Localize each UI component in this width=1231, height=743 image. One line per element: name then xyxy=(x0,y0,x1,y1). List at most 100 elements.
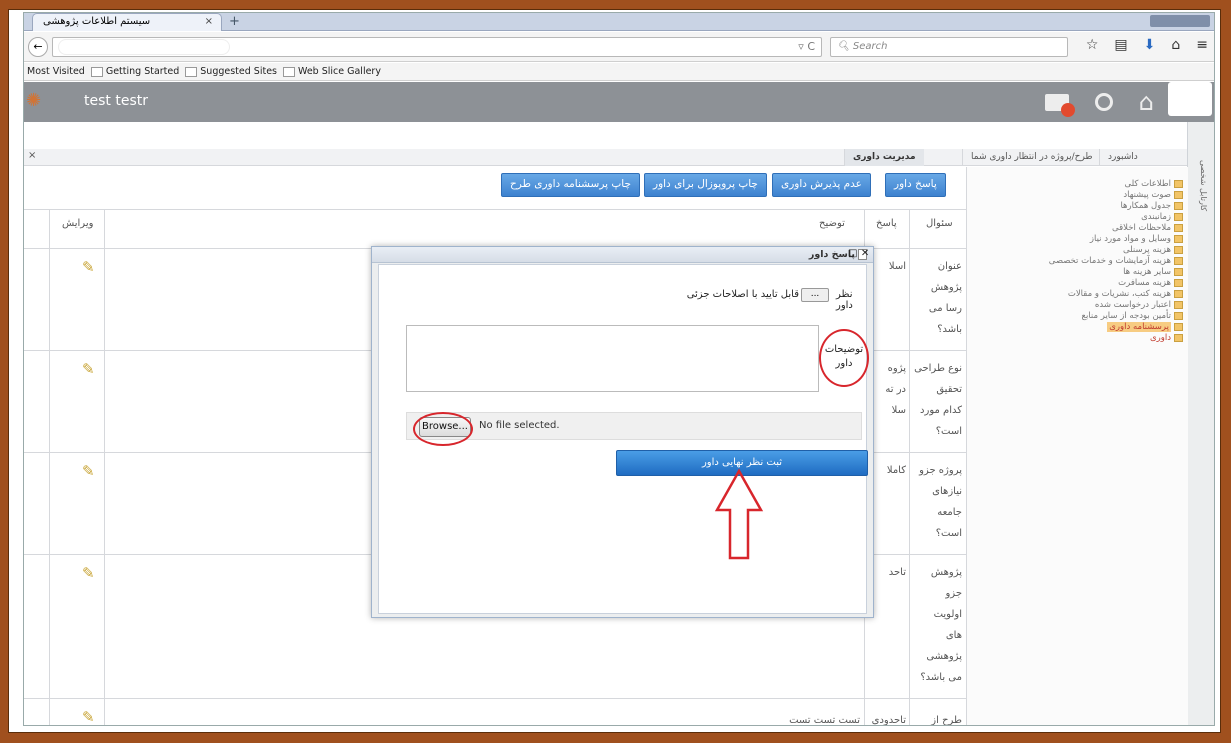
folder-icon xyxy=(1174,257,1183,265)
close-all-icon[interactable]: × xyxy=(28,150,36,161)
reload-icon[interactable]: ▿ C xyxy=(798,40,815,53)
sidebar-item-label: زمانبندی xyxy=(1141,212,1171,222)
tab-review-management[interactable]: مدیریت داوری xyxy=(844,149,924,166)
folder-icon xyxy=(1174,279,1183,287)
table-row-question: عنوان پژوهش رسا می باشد؟ xyxy=(912,256,962,340)
question-line: تحقیق xyxy=(936,384,962,395)
bookmark-getting-started[interactable]: Getting Started xyxy=(90,66,180,77)
row-divider xyxy=(24,698,966,699)
edit-pencil-icon[interactable]: ✎ xyxy=(82,360,95,378)
dialog-titlebar[interactable]: پاسخ داور □ ✕ xyxy=(372,247,873,263)
dialog-controls[interactable]: □ ✕ xyxy=(848,248,869,259)
question-line: کدام مورد xyxy=(920,405,962,416)
frame-inner: سیستم اطلاعات پژوهشی × + ← ▿ C 🔍︎ Search… xyxy=(8,9,1221,733)
question-line: پروژه جزو xyxy=(919,465,962,476)
edit-pencil-icon[interactable]: ✎ xyxy=(82,462,95,480)
question-line: اولویت xyxy=(933,609,962,620)
arrow-shape xyxy=(714,468,764,560)
header-question: سئوال xyxy=(926,218,953,229)
browser-tabstrip: سیستم اطلاعات پژوهشی × + xyxy=(24,13,1214,31)
home-icon[interactable]: ⌂ xyxy=(1139,88,1154,116)
answer-line: تاحدودی xyxy=(871,715,906,726)
sidebar-item-label: هزینه کتب، نشریات و مقالات xyxy=(1067,289,1171,299)
bookmark-suggested-sites[interactable]: Suggested Sites xyxy=(185,66,277,77)
search-placeholder: Search xyxy=(852,41,888,52)
folder-icon xyxy=(1174,323,1183,331)
sidebar-item[interactable]: جدول همکارها xyxy=(1120,201,1183,211)
url-input[interactable]: ▿ C xyxy=(52,37,822,57)
app-header: ✺ test testr ⌂ xyxy=(24,82,1214,122)
clipboard-icon[interactable]: ▤ xyxy=(1114,37,1127,53)
question-line: های xyxy=(945,630,962,641)
window-controls[interactable] xyxy=(1150,15,1210,27)
browser-tab-title: سیستم اطلاعات پژوهشی xyxy=(43,16,151,27)
sidebar-item[interactable]: سایر هزینه ها xyxy=(1123,267,1183,277)
annotation-circle xyxy=(819,329,869,387)
edit-pencil-icon[interactable]: ✎ xyxy=(82,564,95,582)
tab-dashboard[interactable]: داشبورد xyxy=(1099,149,1146,166)
menu-icon[interactable]: ≡ xyxy=(1196,37,1208,53)
opinion-select-button[interactable]: ... xyxy=(801,288,829,302)
edit-pencil-icon[interactable]: ✎ xyxy=(82,708,95,725)
reviewer-notes-textarea[interactable] xyxy=(406,325,819,392)
sidebar-item[interactable]: داوری xyxy=(1150,333,1183,343)
sidebar-item[interactable]: هزینه مسافرت xyxy=(1118,278,1183,288)
bookmark-label: Getting Started xyxy=(105,66,180,77)
folder-icon xyxy=(1174,213,1183,221)
screenshot-frame: سیستم اطلاعات پژوهشی × + ← ▿ C 🔍︎ Search… xyxy=(0,0,1231,743)
search-icon[interactable] xyxy=(1094,93,1113,111)
mail-icon[interactable] xyxy=(1044,93,1075,117)
tab-close-icon[interactable]: × xyxy=(205,16,213,27)
user-name: test testr xyxy=(84,93,148,109)
file-status: No file selected. xyxy=(479,420,560,431)
reject-review-button[interactable]: عدم پذیرش داوری xyxy=(772,173,871,197)
opinion-selected-value: قابل تایید با اصلاحات جزئی xyxy=(686,289,799,300)
sidebar-item[interactable]: هزینه پرسنلی xyxy=(1123,245,1183,255)
print-form-button[interactable]: چاپ پرسشنامه داوری طرح xyxy=(501,173,640,197)
respond-button[interactable]: پاسخ داور xyxy=(885,173,946,197)
print-proposal-button[interactable]: چاپ پروپوزال برای داور xyxy=(644,173,767,197)
search-input[interactable]: 🔍︎ Search xyxy=(830,37,1068,57)
folder-icon xyxy=(1174,246,1183,254)
url-redaction xyxy=(59,40,229,54)
personal-panel-toggle[interactable]: کارتابل شخصی xyxy=(1187,122,1214,725)
header-edit: ویرایش xyxy=(62,218,94,229)
question-line: است؟ xyxy=(935,528,962,539)
browser-tab[interactable]: سیستم اطلاعات پژوهشی × xyxy=(32,13,222,31)
question-line: رسا می xyxy=(928,303,962,314)
bookmark-most-visited[interactable]: Most Visited xyxy=(27,66,85,77)
sidebar-item-label: داوری xyxy=(1149,333,1171,343)
edit-pencil-icon[interactable]: ✎ xyxy=(82,258,95,276)
home-icon[interactable]: ⌂ xyxy=(1171,37,1180,53)
sidebar-item-label: وسایل و مواد مورد نیاز xyxy=(1089,234,1171,244)
download-icon[interactable]: ⬇ xyxy=(1144,37,1156,53)
sidebar-item-label: اطلاعات کلی xyxy=(1124,179,1171,189)
question-line: باشد؟ xyxy=(937,324,962,335)
tab-pending-review[interactable]: طرح/پروژه در انتظار داوری شما xyxy=(962,149,1101,166)
sidebar-item[interactable]: هزینه آزمایشات و خدمات تخصصی xyxy=(1049,256,1183,266)
nav-icons: ☆ ▤ ⬇ ⌂ ≡ xyxy=(1086,37,1208,53)
sidebar-item-label: هزینه آزمایشات و خدمات تخصصی xyxy=(1048,256,1171,266)
sidebar-item[interactable]: اطلاعات کلی xyxy=(1124,179,1183,189)
folder-icon xyxy=(1174,334,1183,342)
question-line: پژوهش xyxy=(930,282,962,293)
question-line: جزو xyxy=(945,588,962,599)
bookmark-label: Web Slice Gallery xyxy=(298,66,381,77)
browser-navbar: ← ▿ C 🔍︎ Search ☆ ▤ ⬇ ⌂ ≡ xyxy=(24,32,1214,62)
sidebar-item-selected[interactable]: پرسشنامه داوری xyxy=(1107,322,1183,332)
sidebar-item[interactable]: تأمین بودجه از سایر منابع xyxy=(1081,311,1183,321)
sidebar-item[interactable]: صوت پیشنهاد xyxy=(1123,190,1183,200)
new-tab-button[interactable]: + xyxy=(229,14,240,29)
annotation-circle xyxy=(413,412,473,446)
sidebar-item[interactable]: ملاحظات اخلاقی xyxy=(1112,223,1183,233)
back-icon[interactable]: ← xyxy=(28,37,48,57)
app-tabs: × مدیریت داوری طرح/پروژه در انتظار داوری… xyxy=(24,149,1189,166)
sidebar-item[interactable]: زمانبندی xyxy=(1141,212,1183,222)
bookmark-web-slice[interactable]: Web Slice Gallery xyxy=(283,66,381,77)
question-line: پژوهش xyxy=(930,567,962,578)
star-icon[interactable]: ☆ xyxy=(1086,37,1099,53)
question-line: است؟ xyxy=(935,426,962,437)
sidebar-item[interactable]: وسایل و مواد مورد نیاز xyxy=(1090,234,1183,244)
sidebar-item[interactable]: هزینه کتب، نشریات و مقالات xyxy=(1068,289,1183,299)
sidebar-item[interactable]: اعتبار درخواست شده xyxy=(1095,300,1183,310)
